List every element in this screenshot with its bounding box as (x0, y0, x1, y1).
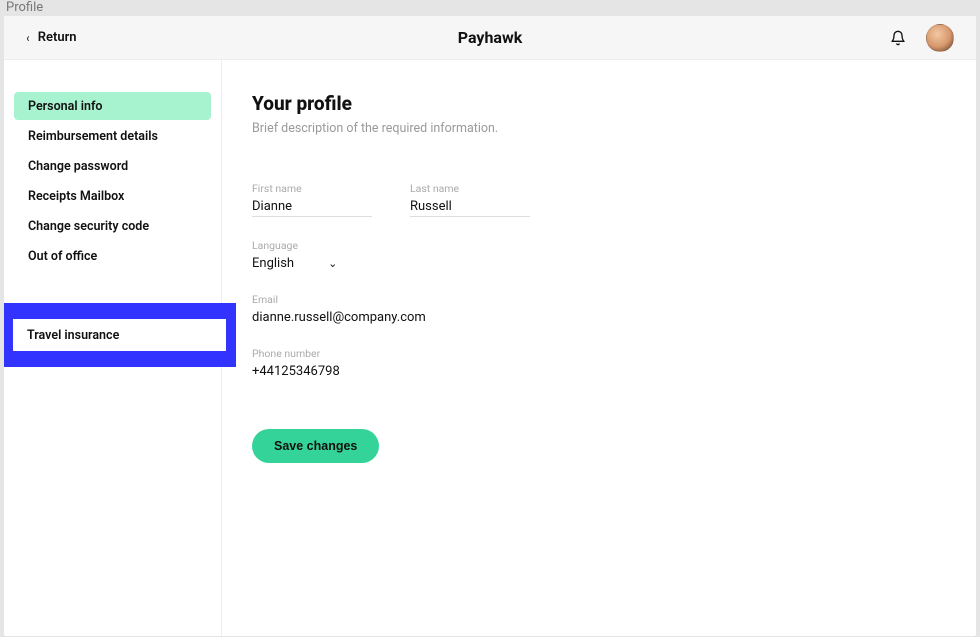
field-value: dianne.russell@company.com (252, 310, 426, 325)
field-value: Russell (410, 199, 530, 217)
sidebar-item-label: Receipts Mailbox (28, 189, 124, 204)
sidebar-item-label: Reimbursement details (28, 129, 158, 144)
sidebar-item-travel-insurance[interactable]: Travel insurance (13, 319, 226, 351)
first-name-field[interactable]: First name Dianne (252, 182, 372, 217)
email-field: Email dianne.russell@company.com (252, 293, 426, 325)
language-field[interactable]: Language English ⌄ (252, 239, 372, 271)
field-label: Phone number (252, 347, 372, 360)
field-value: English (252, 256, 294, 271)
language-select[interactable]: English ⌄ (252, 256, 372, 271)
header-right (890, 24, 954, 52)
sidebar-item-reimbursement-details[interactable]: Reimbursement details (14, 122, 211, 150)
sidebar-item-label: Personal info (28, 99, 102, 114)
sidebar-item-label: Change password (28, 159, 128, 174)
chevron-left-icon: ‹ (26, 31, 29, 45)
return-button[interactable]: ‹ Return (26, 30, 77, 45)
body: Personal info Reimbursement details Chan… (4, 60, 976, 636)
last-name-field[interactable]: Last name Russell (410, 182, 530, 217)
avatar[interactable] (926, 24, 954, 52)
form-row-name: First name Dianne Last name Russell (252, 182, 946, 217)
return-label: Return (38, 30, 77, 45)
bell-icon[interactable] (890, 30, 906, 46)
sidebar-item-change-password[interactable]: Change password (14, 152, 211, 180)
brand-title: Payhawk (458, 28, 523, 47)
sidebar-item-personal-info[interactable]: Personal info (14, 92, 211, 120)
form-row-email: Email dianne.russell@company.com (252, 293, 946, 325)
phone-field: Phone number +44125346798 (252, 347, 372, 379)
page-description: Brief description of the required inform… (252, 121, 946, 136)
field-label: Language (252, 239, 372, 252)
field-label: Last name (410, 182, 530, 195)
save-button[interactable]: Save changes (252, 429, 379, 463)
form-row-language: Language English ⌄ (252, 239, 946, 271)
header: ‹ Return Payhawk (4, 16, 976, 60)
app-window: ‹ Return Payhawk Personal info Reimburse… (4, 16, 976, 636)
sidebar-item-label: Travel insurance (27, 328, 119, 343)
browser-tab-title: Profile (0, 0, 980, 16)
page-title: Your profile (252, 92, 946, 115)
sidebar: Personal info Reimbursement details Chan… (4, 60, 222, 636)
sidebar-item-receipts-mailbox[interactable]: Receipts Mailbox (14, 182, 211, 210)
main-content: Your profile Brief description of the re… (222, 60, 976, 636)
sidebar-item-change-security-code[interactable]: Change security code (14, 212, 211, 240)
field-label: Email (252, 293, 426, 306)
sidebar-item-out-of-office[interactable]: Out of office (14, 242, 211, 270)
sidebar-highlight-box: Travel insurance (4, 303, 236, 367)
sidebar-item-label: Out of office (28, 249, 97, 264)
sidebar-item-label: Change security code (28, 219, 149, 234)
field-value: Dianne (252, 199, 372, 217)
field-label: First name (252, 182, 372, 195)
field-value: +44125346798 (252, 364, 372, 379)
chevron-down-icon: ⌄ (328, 257, 337, 270)
form-row-phone: Phone number +44125346798 (252, 347, 946, 379)
